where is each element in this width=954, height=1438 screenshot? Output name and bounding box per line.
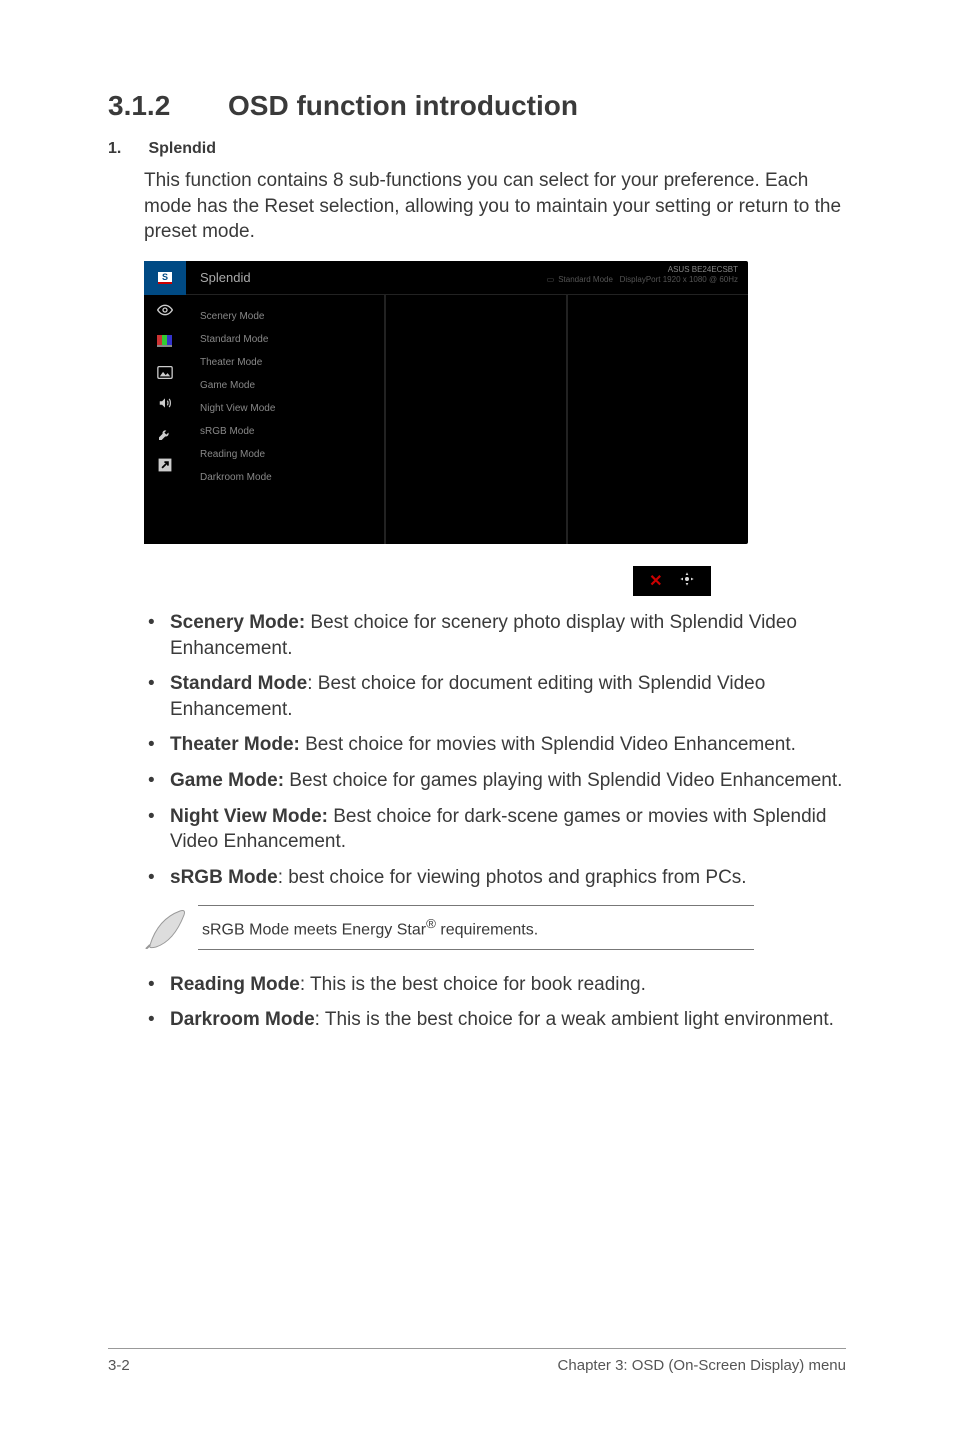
close-icon: ✕ xyxy=(649,571,662,591)
bullet-bold: Scenery Mode: xyxy=(170,612,305,633)
osd-sidebar: S xyxy=(144,261,186,544)
wrench-icon xyxy=(144,419,186,450)
section-number: 3.1.2 xyxy=(108,90,228,122)
note-post: requirements. xyxy=(436,921,538,938)
section-heading: 3.1.2OSD function introduction xyxy=(108,90,846,122)
list-item: Reading Mode: This is the best choice fo… xyxy=(144,972,846,998)
osd-item: Reading Mode xyxy=(200,443,384,466)
bullet-text: : This is the best choice for a weak amb… xyxy=(315,1009,834,1030)
subsection-row: 1. Splendid This function contains 8 sub… xyxy=(108,140,846,245)
osd-item: sRGB Mode xyxy=(200,420,384,443)
list-item: Scenery Mode: Best choice for scenery ph… xyxy=(144,610,846,661)
bullet-bold: Theater Mode: xyxy=(170,734,300,755)
subsection-intro: This function contains 8 sub-functions y… xyxy=(144,168,846,245)
list-item: Night View Mode: Best choice for dark-sc… xyxy=(144,804,846,855)
footer-chapter: Chapter 3: OSD (On-Screen Display) menu xyxy=(558,1357,846,1374)
osd-item: Night View Mode xyxy=(200,397,384,420)
osd-header-right: ASUS BE24ECSBT ▭Standard Mode DisplayPor… xyxy=(547,265,738,284)
bullet-bold: Standard Mode xyxy=(170,673,307,694)
page-footer: 3-2 Chapter 3: OSD (On-Screen Display) m… xyxy=(108,1348,846,1374)
bullet-text: : This is the best choice for book readi… xyxy=(300,974,646,995)
bullet-text: Best choice for games playing with Splen… xyxy=(284,770,842,791)
bullet-bold: Game Mode: xyxy=(170,770,284,791)
note-block: sRGB Mode meets Energy Star® requirement… xyxy=(144,905,846,954)
list-item: Darkroom Mode: This is the best choice f… xyxy=(144,1007,846,1033)
section-title: OSD function introduction xyxy=(228,90,578,121)
subsection-label: Splendid xyxy=(148,140,216,158)
bullet-bold: Night View Mode: xyxy=(170,806,328,827)
osd-buttons-box: ✕ xyxy=(633,566,711,596)
osd-main: Splendid ASUS BE24ECSBT ▭Standard Mode D… xyxy=(186,261,748,544)
subsection-number: 1. xyxy=(108,140,144,158)
splendid-s-icon: S xyxy=(158,272,172,284)
color-bars-icon xyxy=(144,326,186,357)
osd-title: Splendid xyxy=(200,270,251,285)
osd-header: Splendid ASUS BE24ECSBT ▭Standard Mode D… xyxy=(186,261,748,295)
osd-item: Standard Mode xyxy=(200,328,384,351)
osd-empty-column xyxy=(568,295,748,544)
bullet-bold: Reading Mode xyxy=(170,974,300,995)
monitor-icon: ▭ xyxy=(547,275,555,285)
list-item: Theater Mode: Best choice for movies wit… xyxy=(144,732,846,758)
osd-menu-column: Scenery Mode Standard Mode Theater Mode … xyxy=(186,295,386,544)
joystick-icon xyxy=(679,571,695,590)
bullet-text: : best choice for viewing photos and gra… xyxy=(278,867,747,888)
osd-item: Darkroom Mode xyxy=(200,466,384,489)
osd-sidebar-selected: S xyxy=(144,261,186,295)
bullet-bold: sRGB Mode xyxy=(170,867,278,888)
list-item: Standard Mode: Best choice for document … xyxy=(144,671,846,722)
footer-page-number: 3-2 xyxy=(108,1357,130,1374)
osd-screenshot: S Splendid ASUS BE24ECSBT ▭Standard Mode… xyxy=(144,261,748,544)
shortcut-icon xyxy=(144,450,186,481)
osd-columns: Scenery Mode Standard Mode Theater Mode … xyxy=(186,295,748,544)
bullet-list-b: Reading Mode: This is the best choice fo… xyxy=(144,972,846,1033)
osd-status-line: ▭Standard Mode DisplayPort 1920 x 1080 @… xyxy=(547,275,738,285)
note-pen-icon xyxy=(144,905,198,954)
osd-buttons-row: ✕ xyxy=(108,566,846,596)
osd-mode: Standard Mode xyxy=(558,275,613,284)
list-item: sRGB Mode: best choice for viewing photo… xyxy=(144,865,846,891)
sound-icon xyxy=(144,388,186,419)
bullet-list-a: Scenery Mode: Best choice for scenery ph… xyxy=(144,610,846,891)
osd-item: Game Mode xyxy=(200,374,384,397)
bullet-bold: Darkroom Mode xyxy=(170,1009,315,1030)
note-pre: sRGB Mode meets Energy Star xyxy=(202,921,426,938)
note-sup: ® xyxy=(426,916,436,931)
osd-item: Scenery Mode xyxy=(200,305,384,328)
eye-icon xyxy=(144,295,186,326)
osd-resolution: DisplayPort 1920 x 1080 @ 60Hz xyxy=(620,275,738,284)
osd-model: ASUS BE24ECSBT xyxy=(547,265,738,275)
osd-item: Theater Mode xyxy=(200,351,384,374)
image-icon xyxy=(144,357,186,388)
osd-empty-column xyxy=(386,295,568,544)
bullet-text: Best choice for movies with Splendid Vid… xyxy=(300,734,796,755)
note-text: sRGB Mode meets Energy Star® requirement… xyxy=(198,905,754,950)
list-item: Game Mode: Best choice for games playing… xyxy=(144,768,846,794)
